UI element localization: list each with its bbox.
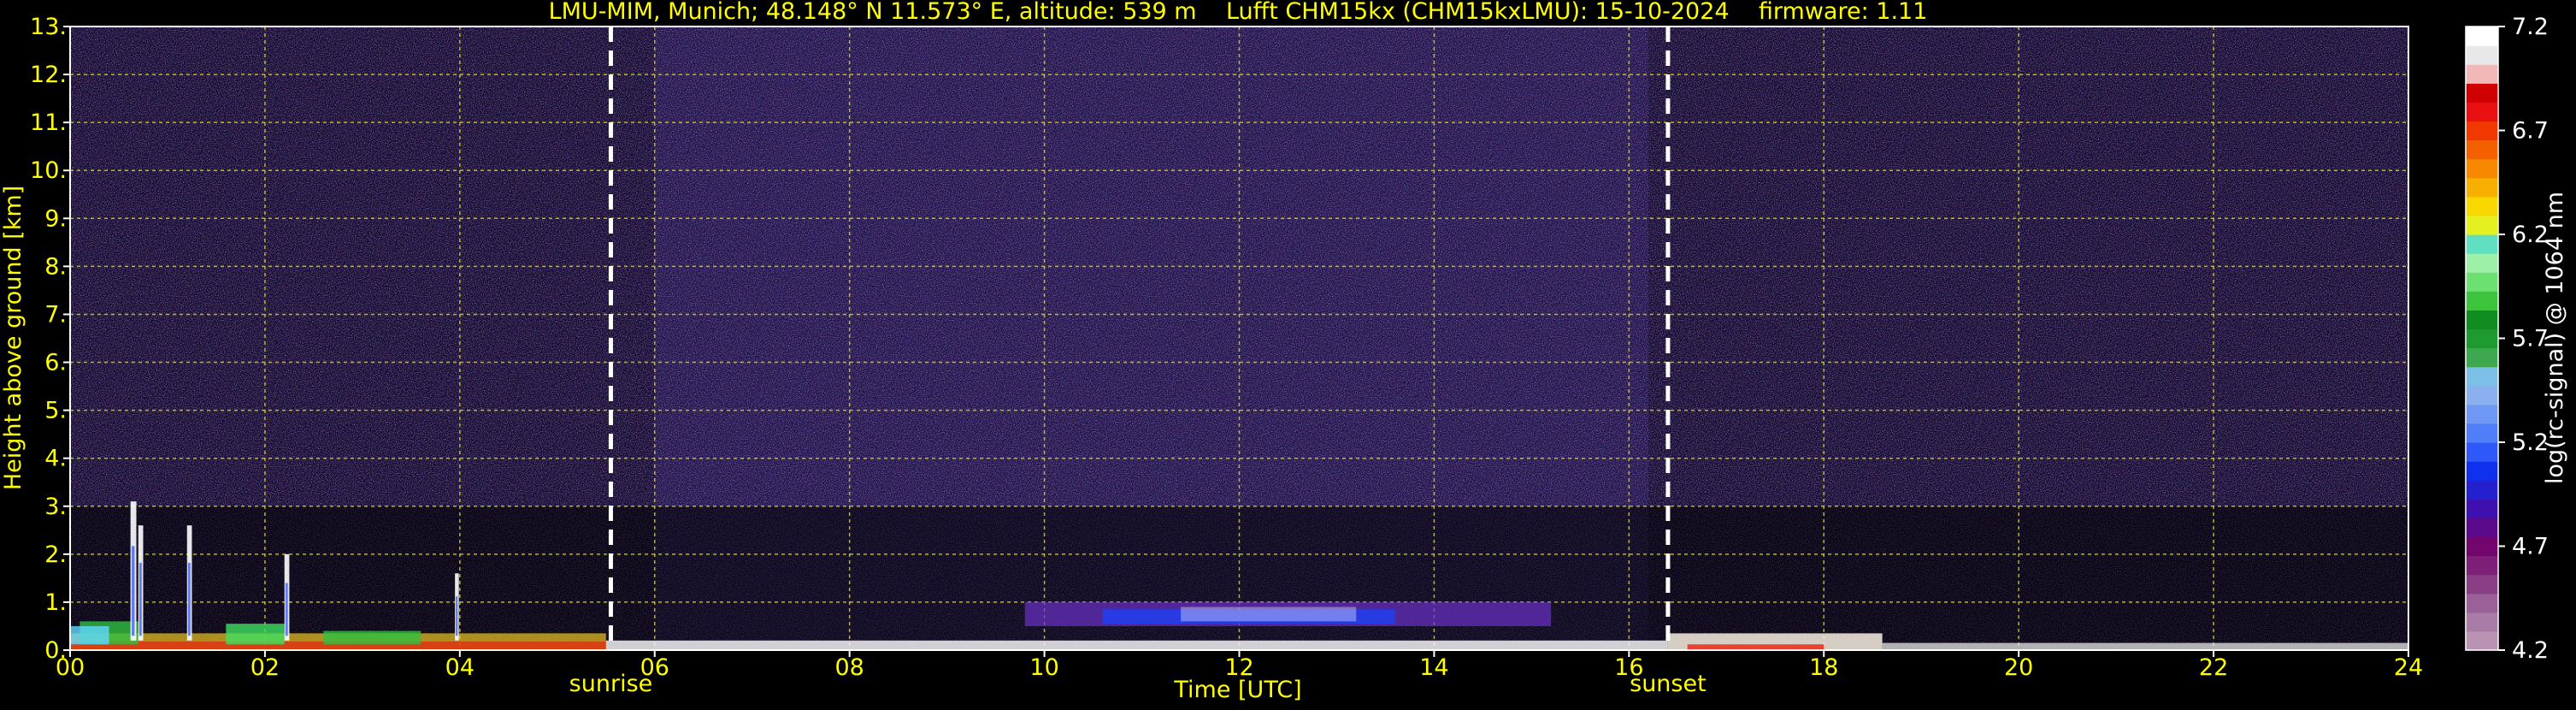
- colorbar-segment: [2466, 291, 2498, 311]
- colorbar-segment: [2466, 121, 2498, 141]
- x-tick-label: 18: [1809, 654, 1838, 681]
- colorbar-segment: [2466, 102, 2498, 122]
- colorbar-segment: [2466, 536, 2498, 557]
- colorbar-segment: [2466, 366, 2498, 387]
- colorbar-label: log(rc-signal) @ 1064 nm: [2542, 192, 2568, 484]
- x-tick-label: 08: [834, 654, 864, 681]
- x-tick-label: 22: [2199, 654, 2228, 681]
- colorbar-segment: [2466, 404, 2498, 424]
- y-tick-label: 2.: [44, 541, 67, 568]
- colorbar-tick-label: 7.2: [2512, 14, 2549, 40]
- aerosol-patch: [70, 625, 109, 645]
- x-axis-label: Time [UTC]: [1173, 677, 1301, 703]
- x-tick-label: 10: [1029, 654, 1058, 681]
- colorbar-segment: [2466, 310, 2498, 330]
- colorbar-segment: [2466, 253, 2498, 273]
- x-tick-label: 20: [2004, 654, 2033, 681]
- aerosol-patch: [323, 630, 421, 645]
- colorbar-segment: [2466, 139, 2498, 160]
- colorbar-segment: [2466, 83, 2498, 103]
- colorbar-tick-label: 4.2: [2512, 637, 2549, 664]
- y-tick-label: 8.: [44, 253, 67, 280]
- y-tick-label: 4.: [44, 446, 67, 472]
- colorbar-segment: [2466, 593, 2498, 613]
- residual-layer-bright: [1181, 606, 1357, 622]
- colorbar-segment: [2466, 347, 2498, 368]
- y-tick-label: 0.: [44, 637, 67, 664]
- colorbar-segment: [2466, 215, 2498, 235]
- x-tick-label: 16: [1614, 654, 1643, 681]
- colorbar-segment: [2466, 612, 2498, 632]
- y-tick-label: 3.: [44, 494, 67, 520]
- colorbar-segment: [2466, 158, 2498, 179]
- boundary-layer-day: [605, 640, 1668, 650]
- colorbar-segment: [2466, 555, 2498, 576]
- colorbar-tick-label: 4.7: [2512, 534, 2549, 560]
- y-tick-label: 6.: [44, 350, 67, 376]
- cloud-column-core: [139, 562, 142, 636]
- colorbar-segment: [2466, 272, 2498, 292]
- y-tick-label: 7.: [44, 301, 67, 328]
- colorbar-segment: [2466, 461, 2498, 481]
- aerosol-patch: [226, 624, 285, 645]
- ceilometer-plot: sunrise sunset 00 02 04 06 08 10 12 14 16 18 20 22 24…: [0, 0, 2576, 707]
- colorbar-segment: [2466, 45, 2498, 65]
- cloud-column-core: [285, 583, 288, 636]
- cloud-column-core: [187, 562, 191, 636]
- colorbar-segment: [2466, 64, 2498, 84]
- colorbar-segment: [2466, 234, 2498, 254]
- y-tick-label: 12.: [30, 62, 67, 88]
- y-tick-label: 1.: [44, 589, 67, 616]
- x-tick-label: 24: [2394, 654, 2423, 681]
- y-tick-label: 9.: [44, 205, 67, 232]
- cloud-column-core: [456, 596, 458, 636]
- y-tick-label: 10.: [30, 157, 67, 184]
- chart-title: LMU-MIM, Munich; 48.148° N 11.573° E, al…: [549, 0, 1928, 25]
- y-tick-label: 5.: [44, 398, 67, 424]
- colorbar-segment: [2466, 423, 2498, 443]
- x-tick-label: 02: [251, 654, 280, 681]
- colorbar-segment: [2466, 196, 2498, 216]
- colorbar-segment: [2466, 499, 2498, 518]
- colorbar-segment: [2466, 177, 2498, 198]
- colorbar-segment: [2466, 442, 2498, 462]
- y-tick-label: 11.: [30, 109, 67, 136]
- colorbar-segment: [2466, 518, 2498, 538]
- cloud-column-core: [132, 546, 135, 636]
- boundary-layer-night: [1882, 642, 2408, 650]
- x-tick-label: 14: [1419, 654, 1448, 681]
- x-tick-label: 06: [640, 654, 669, 681]
- colorbar-segment: [2466, 630, 2498, 651]
- boundary-layer-evening-core: [1687, 644, 1824, 650]
- colorbar-tick-label: 6.7: [2512, 118, 2549, 145]
- colorbar-segment: [2466, 385, 2498, 405]
- colorbar-segment: [2466, 480, 2498, 500]
- colorbar-segment: [2466, 574, 2498, 595]
- x-tick-label: 04: [445, 654, 475, 681]
- colorbar-segment: [2466, 27, 2498, 46]
- y-axis-label: Height above ground [km]: [0, 186, 27, 490]
- colorbar-segment: [2466, 328, 2498, 349]
- ceilometer-chart-svg: sunrise sunset 00 02 04 06 08 10 12 14 16 18 20 22 24…: [0, 0, 2568, 703]
- y-tick-label: 13.: [30, 14, 67, 40]
- colorbar: 4.24.75.25.76.26.77.2: [2465, 14, 2549, 664]
